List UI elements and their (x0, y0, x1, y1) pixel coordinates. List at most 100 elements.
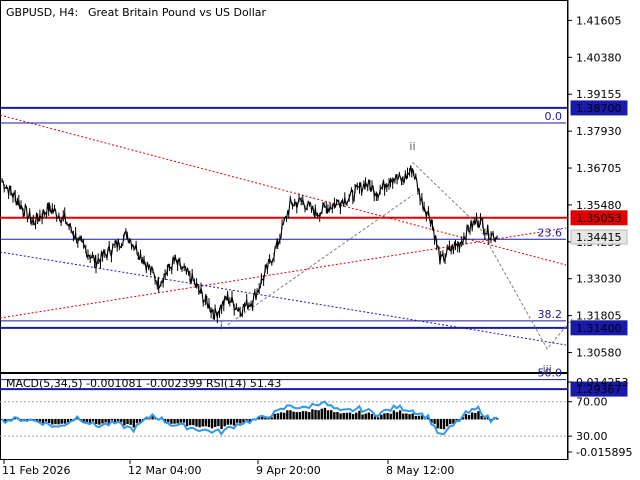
chart-symbol: GBPUSD, H4: (6, 6, 78, 19)
macd-bar-142 (445, 418, 449, 427)
price-axis: 1.41605 1.40380 1.39155 1.37930 1.36705 1.354… (568, 14, 622, 360)
y-tick-label-1: 1.40380 (576, 51, 622, 64)
price-line (1, 165, 498, 321)
macd-bar-13 (41, 418, 45, 424)
macd-bar-62 (195, 418, 198, 427)
y-tick-label-3: 1.37930 (576, 125, 622, 138)
macd-bar-98 (308, 412, 311, 420)
macd-bar-70 (220, 418, 223, 430)
macd-bar-139 (436, 418, 439, 429)
macd-bar-117 (367, 412, 370, 420)
macd-bar-143 (449, 418, 452, 425)
macd-bar-58 (182, 418, 186, 423)
macd-bar-138 (433, 418, 436, 424)
macd-bar-57 (179, 418, 182, 423)
macd-bar-15 (48, 418, 51, 424)
price-series (1, 165, 498, 324)
wave-label-1: ii (409, 140, 415, 153)
macd-bar-65 (204, 418, 208, 427)
level-badge-0-text: 1.38700 (576, 102, 622, 115)
macd-bar-108 (339, 413, 342, 420)
fibonacci-levels: 0.023.638.250.0 (0, 110, 566, 381)
macd-bar-54 (170, 418, 173, 424)
macd-bar-128 (402, 413, 405, 420)
channel-upper-red (0, 114, 567, 266)
macd-bar-133 (417, 415, 421, 420)
x-tick-label-1: 12 Mar 04:00 (128, 464, 201, 477)
macd-bar-43 (135, 418, 139, 424)
macd-bar-67 (210, 418, 214, 429)
macd-bar-105 (330, 410, 333, 420)
y-tick-label-9: 1.30580 (576, 347, 622, 360)
price-wicks (1, 167, 498, 324)
macd-bar-33 (104, 418, 107, 423)
y-tick-label-4: 1.36705 (576, 162, 622, 175)
macd-bar-114 (358, 410, 361, 420)
macd-bar-66 (207, 418, 211, 428)
macd-bar-72 (226, 418, 229, 425)
level-badge-1-text: 1.35053 (576, 212, 622, 225)
macd-bar-123 (386, 413, 389, 420)
macd-bar-97 (304, 411, 308, 420)
macd-bar-150 (471, 412, 474, 420)
macd-bar-119 (373, 416, 377, 420)
macd-bar-19 (60, 418, 63, 424)
macd-bar-96 (301, 411, 305, 420)
macd-bar-111 (348, 412, 352, 420)
price-chart[interactable]: 0.023.638.250.0 iiiiii 1.416051.403801.3… (0, 0, 640, 480)
macd-bar-88 (276, 413, 280, 420)
y-tick-label-0: 1.41605 (576, 14, 622, 27)
ind-tick-label-1: 70.00 (576, 396, 608, 409)
macd-bar-125 (392, 410, 396, 420)
macd-bar-113 (355, 412, 358, 420)
fib-label-0: 0.0 (545, 110, 563, 123)
macd-bar-76 (239, 418, 242, 424)
macd-bar-152 (477, 411, 480, 420)
macd-bar-60 (189, 418, 192, 426)
macd-bar-149 (467, 415, 471, 420)
ind-tick-label-3: -0.015895 (576, 446, 632, 459)
macd-bar-120 (377, 417, 380, 420)
macd-bar-20 (63, 418, 67, 424)
level-badge-2-text: 1.31400 (576, 322, 622, 335)
macd-bar-129 (405, 413, 408, 420)
macd-bar-140 (439, 418, 443, 429)
macd-bar-16 (51, 418, 54, 425)
macd-bar-118 (370, 414, 374, 420)
macd-bar-41 (129, 418, 132, 425)
macd-bar-115 (361, 414, 364, 420)
macd-bar-102 (320, 408, 323, 420)
macd-bar-56 (176, 418, 179, 424)
y-tick-label-2: 1.39155 (576, 88, 622, 101)
macd-bar-64 (201, 418, 204, 427)
macd-bar-27 (85, 418, 88, 423)
macd-bar-148 (464, 414, 468, 420)
macd-bar-109 (342, 412, 345, 420)
macd-bar-94 (295, 412, 298, 420)
macd-bar-126 (395, 412, 399, 420)
macd-bar-91 (286, 410, 289, 420)
macd-bar-73 (229, 418, 233, 425)
macd-bar-63 (198, 418, 201, 428)
ind-tick-label-2: 30.00 (576, 430, 608, 443)
macd-bar-31 (98, 418, 101, 425)
macd-bar-112 (351, 413, 355, 420)
macd-bar-32 (101, 418, 104, 424)
macd-bar-42 (132, 418, 135, 428)
macd-bar-59 (185, 418, 189, 427)
macd-bar-132 (414, 415, 417, 420)
macd-bar-99 (311, 409, 314, 420)
macd-bar-40 (126, 418, 129, 425)
macd-bar-55 (173, 418, 176, 424)
macd-bar-89 (279, 412, 283, 420)
chart-frame (0, 0, 568, 373)
macd-bar-87 (273, 413, 276, 420)
macd-bar-39 (123, 418, 126, 426)
macd-bar-100 (314, 409, 317, 420)
macd-bar-110 (345, 412, 349, 420)
channel-blue (0, 251, 567, 346)
macd-bar-18 (57, 418, 60, 425)
macd-bar-127 (398, 410, 402, 420)
macd-bar-90 (283, 412, 286, 420)
macd-bar-68 (214, 418, 217, 427)
